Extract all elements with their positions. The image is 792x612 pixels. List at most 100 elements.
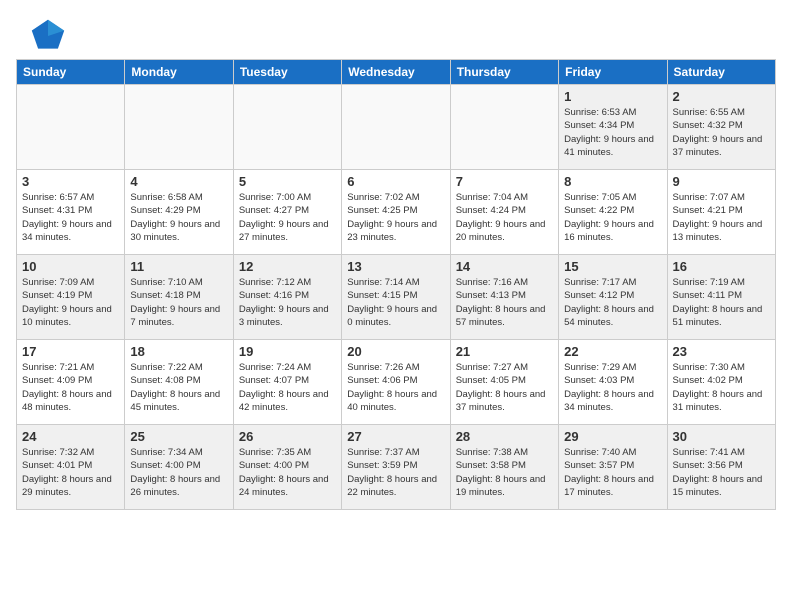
calendar-cell: 22 Sunrise: 7:29 AM Sunset: 4:03 PM Dayli… (559, 340, 667, 425)
day-number: 7 (456, 174, 553, 189)
day-info: Sunrise: 7:26 AM Sunset: 4:06 PM Dayligh… (347, 361, 444, 414)
day-number: 8 (564, 174, 661, 189)
calendar-cell: 10 Sunrise: 7:09 AM Sunset: 4:19 PM Dayli… (17, 255, 125, 340)
day-number: 18 (130, 344, 227, 359)
day-info: Sunrise: 7:40 AM Sunset: 3:57 PM Dayligh… (564, 446, 661, 499)
day-info: Sunrise: 6:55 AM Sunset: 4:32 PM Dayligh… (673, 106, 770, 159)
day-number: 10 (22, 259, 119, 274)
day-number: 27 (347, 429, 444, 444)
calendar-cell: 7 Sunrise: 7:04 AM Sunset: 4:24 PM Daylig… (450, 170, 558, 255)
day-number: 4 (130, 174, 227, 189)
day-number: 16 (673, 259, 770, 274)
calendar-cell (125, 85, 233, 170)
calendar-cell: 9 Sunrise: 7:07 AM Sunset: 4:21 PM Daylig… (667, 170, 775, 255)
day-number: 14 (456, 259, 553, 274)
day-number: 12 (239, 259, 336, 274)
calendar-cell: 1 Sunrise: 6:53 AM Sunset: 4:34 PM Daylig… (559, 85, 667, 170)
calendar-cell: 14 Sunrise: 7:16 AM Sunset: 4:13 PM Dayli… (450, 255, 558, 340)
calendar-cell: 28 Sunrise: 7:38 AM Sunset: 3:58 PM Dayli… (450, 425, 558, 510)
day-info: Sunrise: 7:02 AM Sunset: 4:25 PM Dayligh… (347, 191, 444, 244)
weekday-header: Monday (125, 60, 233, 85)
day-info: Sunrise: 7:22 AM Sunset: 4:08 PM Dayligh… (130, 361, 227, 414)
calendar-cell: 21 Sunrise: 7:27 AM Sunset: 4:05 PM Dayli… (450, 340, 558, 425)
day-number: 29 (564, 429, 661, 444)
day-number: 5 (239, 174, 336, 189)
day-info: Sunrise: 6:53 AM Sunset: 4:34 PM Dayligh… (564, 106, 661, 159)
calendar-cell (233, 85, 341, 170)
day-info: Sunrise: 7:41 AM Sunset: 3:56 PM Dayligh… (673, 446, 770, 499)
calendar-cell: 3 Sunrise: 6:57 AM Sunset: 4:31 PM Daylig… (17, 170, 125, 255)
weekday-header: Saturday (667, 60, 775, 85)
day-info: Sunrise: 7:04 AM Sunset: 4:24 PM Dayligh… (456, 191, 553, 244)
day-info: Sunrise: 7:09 AM Sunset: 4:19 PM Dayligh… (22, 276, 119, 329)
day-info: Sunrise: 6:57 AM Sunset: 4:31 PM Dayligh… (22, 191, 119, 244)
calendar-cell: 15 Sunrise: 7:17 AM Sunset: 4:12 PM Dayli… (559, 255, 667, 340)
weekday-header: Thursday (450, 60, 558, 85)
calendar-cell: 8 Sunrise: 7:05 AM Sunset: 4:22 PM Daylig… (559, 170, 667, 255)
day-number: 13 (347, 259, 444, 274)
day-info: Sunrise: 7:07 AM Sunset: 4:21 PM Dayligh… (673, 191, 770, 244)
day-number: 15 (564, 259, 661, 274)
calendar-cell: 6 Sunrise: 7:02 AM Sunset: 4:25 PM Daylig… (342, 170, 450, 255)
calendar-cell (17, 85, 125, 170)
day-info: Sunrise: 7:35 AM Sunset: 4:00 PM Dayligh… (239, 446, 336, 499)
day-number: 20 (347, 344, 444, 359)
day-info: Sunrise: 7:27 AM Sunset: 4:05 PM Dayligh… (456, 361, 553, 414)
day-number: 28 (456, 429, 553, 444)
day-number: 19 (239, 344, 336, 359)
day-info: Sunrise: 7:38 AM Sunset: 3:58 PM Dayligh… (456, 446, 553, 499)
day-number: 1 (564, 89, 661, 104)
day-number: 11 (130, 259, 227, 274)
calendar-cell: 27Sunrise: 7:37 AM Sunset: 3:59 PM Dayli… (342, 425, 450, 510)
day-number: 25 (130, 429, 227, 444)
weekday-header: Tuesday (233, 60, 341, 85)
calendar-cell: 5 Sunrise: 7:00 AM Sunset: 4:27 PM Daylig… (233, 170, 341, 255)
day-number: 26 (239, 429, 336, 444)
day-info: Sunrise: 7:05 AM Sunset: 4:22 PM Dayligh… (564, 191, 661, 244)
day-number: 24 (22, 429, 119, 444)
day-info: Sunrise: 7:29 AM Sunset: 4:03 PM Dayligh… (564, 361, 661, 414)
day-info: Sunrise: 7:00 AM Sunset: 4:27 PM Dayligh… (239, 191, 336, 244)
calendar-cell: 12 Sunrise: 7:12 AM Sunset: 4:16 PM Dayli… (233, 255, 341, 340)
day-info: Sunrise: 7:30 AM Sunset: 4:02 PM Dayligh… (673, 361, 770, 414)
day-info: Sunrise: 7:24 AM Sunset: 4:07 PM Dayligh… (239, 361, 336, 414)
day-info: Sunrise: 6:58 AM Sunset: 4:29 PM Dayligh… (130, 191, 227, 244)
calendar-cell: 23 Sunrise: 7:30 AM Sunset: 4:02 PM Dayli… (667, 340, 775, 425)
day-number: 6 (347, 174, 444, 189)
calendar-cell: 25 Sunrise: 7:34 AM Sunset: 4:00 PM Dayli… (125, 425, 233, 510)
calendar-cell: 26 Sunrise: 7:35 AM Sunset: 4:00 PM Dayli… (233, 425, 341, 510)
day-number: 3 (22, 174, 119, 189)
day-number: 22 (564, 344, 661, 359)
logo-icon (30, 18, 66, 54)
calendar-cell: 30 Sunrise: 7:41 AM Sunset: 3:56 PM Dayli… (667, 425, 775, 510)
day-info: Sunrise: 7:17 AM Sunset: 4:12 PM Dayligh… (564, 276, 661, 329)
day-info: Sunrise: 7:16 AM Sunset: 4:13 PM Dayligh… (456, 276, 553, 329)
day-number: 30 (673, 429, 770, 444)
calendar-cell: 18 Sunrise: 7:22 AM Sunset: 4:08 PM Dayli… (125, 340, 233, 425)
calendar-cell: 4 Sunrise: 6:58 AM Sunset: 4:29 PM Daylig… (125, 170, 233, 255)
calendar-cell: 24 Sunrise: 7:32 AM Sunset: 4:01 PM Dayli… (17, 425, 125, 510)
day-info: Sunrise: 7:10 AM Sunset: 4:18 PM Dayligh… (130, 276, 227, 329)
calendar-cell (342, 85, 450, 170)
day-number: 21 (456, 344, 553, 359)
calendar-cell: 19 Sunrise: 7:24 AM Sunset: 4:07 PM Dayli… (233, 340, 341, 425)
logo (30, 18, 66, 54)
day-info: Sunrise: 7:19 AM Sunset: 4:11 PM Dayligh… (673, 276, 770, 329)
weekday-header: Wednesday (342, 60, 450, 85)
day-info: Sunrise: 7:32 AM Sunset: 4:01 PM Dayligh… (22, 446, 119, 499)
weekday-header: Sunday (17, 60, 125, 85)
calendar-cell: 20 Sunrise: 7:26 AM Sunset: 4:06 PM Dayli… (342, 340, 450, 425)
calendar-cell: 16 Sunrise: 7:19 AM Sunset: 4:11 PM Dayli… (667, 255, 775, 340)
day-number: 23 (673, 344, 770, 359)
day-number: 2 (673, 89, 770, 104)
calendar-cell: 29 Sunrise: 7:40 AM Sunset: 3:57 PM Dayli… (559, 425, 667, 510)
weekday-header: Friday (559, 60, 667, 85)
calendar: SundayMondayTuesdayWednesdayThursdayFrid… (16, 59, 776, 510)
calendar-cell: 17Sunrise: 7:21 AM Sunset: 4:09 PM Dayli… (17, 340, 125, 425)
calendar-cell: 13Sunrise: 7:14 AM Sunset: 4:15 PM Dayli… (342, 255, 450, 340)
day-number: 17 (22, 344, 119, 359)
day-info: Sunrise: 7:12 AM Sunset: 4:16 PM Dayligh… (239, 276, 336, 329)
day-number: 9 (673, 174, 770, 189)
day-info: Sunrise: 7:34 AM Sunset: 4:00 PM Dayligh… (130, 446, 227, 499)
calendar-cell: 11 Sunrise: 7:10 AM Sunset: 4:18 PM Dayli… (125, 255, 233, 340)
